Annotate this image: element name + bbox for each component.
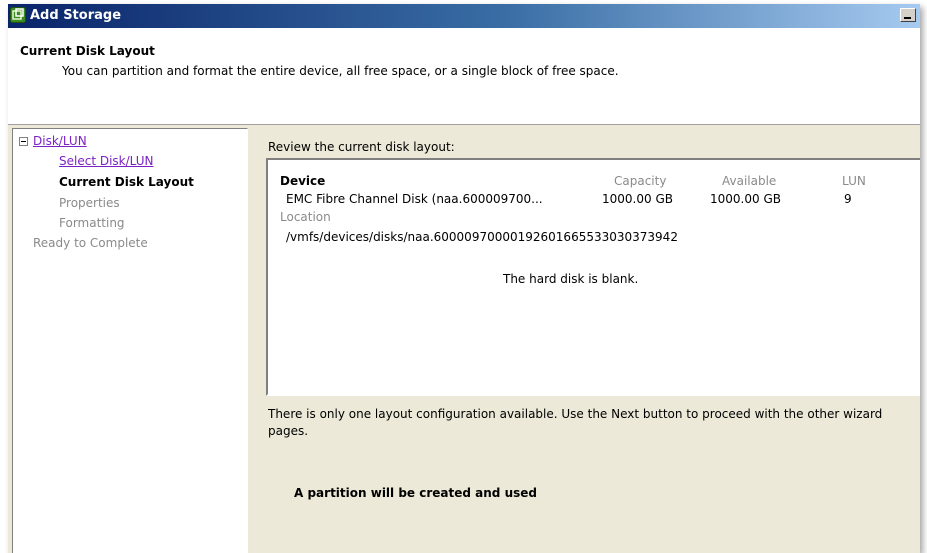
review-label: Review the current disk layout: [268,140,455,154]
capacity-header: Capacity [614,174,667,188]
disk-layout-panel: Device Capacity Available LUN EMC Fibre … [266,158,920,396]
page-subtitle: You can partition and format the entire … [62,64,619,78]
nav-item-formatting: Formatting [59,216,125,230]
device-location: /vmfs/devices/disks/naa.6000097000019260… [286,230,678,244]
device-lun: 9 [844,192,852,206]
minimize-button[interactable] [900,8,916,22]
device-capacity: 1000.00 GB [602,192,673,206]
nav-item-properties: Properties [59,196,120,210]
device-available: 1000.00 GB [710,192,781,206]
minimize-icon [904,17,911,19]
collapse-icon[interactable] [19,137,28,146]
device-header: Device [280,174,326,188]
nav-item-current-disk-layout: Current Disk Layout [59,175,194,189]
wizard-header: Current Disk Layout You can partition an… [8,28,920,125]
available-header: Available [722,174,777,188]
add-storage-window: Add Storage Current Disk Layout You can … [8,4,920,553]
partition-message: A partition will be created and used [294,486,537,500]
device-name: EMC Fibre Channel Disk (naa.600009700... [286,192,543,206]
window-title: Add Storage [30,8,122,23]
title-bar[interactable]: Add Storage [8,4,920,28]
nav-item-ready-to-complete: Ready to Complete [33,236,148,250]
blank-disk-message: The hard disk is blank. [503,272,639,286]
lun-header: LUN [842,174,866,188]
add-storage-icon [10,7,26,23]
nav-item-select-disk-lun[interactable]: Select Disk/LUN [59,153,154,169]
wizard-nav-tree: Disk/LUN Select Disk/LUN Current Disk La… [12,128,248,553]
main-content: Review the current disk layout: Device C… [266,128,920,553]
page-title: Current Disk Layout [20,44,155,58]
location-label: Location [280,210,331,224]
layout-info-text: There is only one layout configuration a… [268,407,883,438]
nav-group-disk-lun[interactable]: Disk/LUN [33,133,87,149]
